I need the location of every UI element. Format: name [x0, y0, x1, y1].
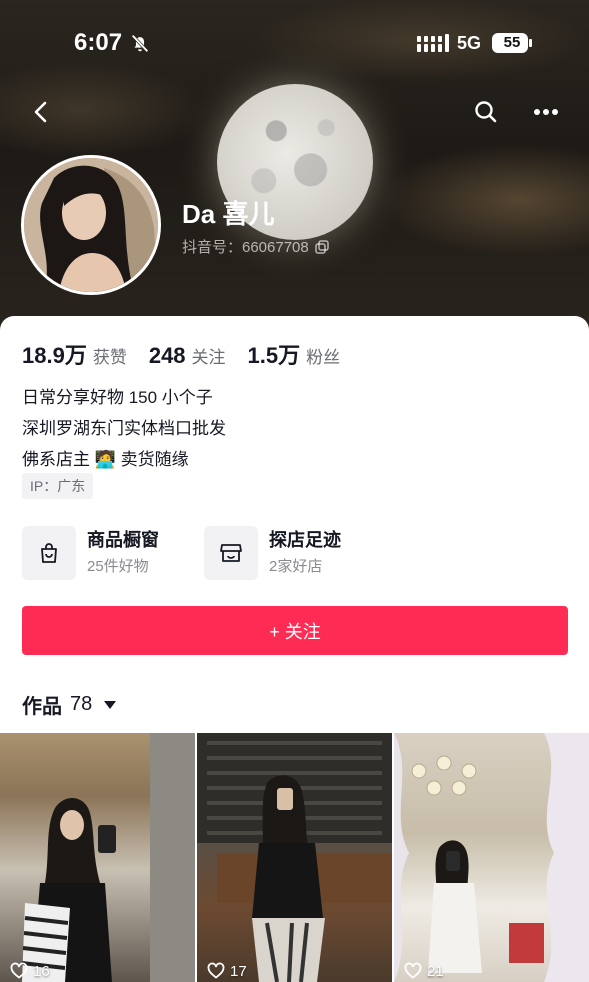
likes-counter: 17	[207, 962, 247, 980]
works-grid: 16 17 21	[0, 733, 589, 982]
more-options-button[interactable]	[526, 94, 566, 130]
thumbnail-image	[197, 733, 392, 982]
more-dots-icon	[534, 109, 558, 115]
network-type: 5G	[457, 33, 482, 53]
shop-window-entry[interactable]: 商品橱窗 25件好物	[22, 526, 159, 580]
shop-window-text: 商品橱窗 25件好物	[87, 528, 159, 578]
bio-line-3: 佛系店主 🧑‍💻 卖货随缘	[22, 444, 226, 476]
shop-window-title: 商品橱窗	[87, 530, 159, 550]
avatar-photo	[24, 158, 158, 292]
works-label: 作品	[22, 696, 62, 718]
stat-followers-value: 1.5万	[247, 343, 301, 368]
caret-down-icon	[104, 700, 117, 709]
likes-counter: 16	[10, 962, 50, 980]
bell-muted-icon	[131, 34, 149, 53]
stat-likes-label: 获赞	[92, 348, 127, 367]
status-bar: 6:07 5G 55	[0, 0, 589, 88]
shopping-bag-icon	[22, 526, 76, 580]
stat-likes[interactable]: 18.9万 获赞	[22, 338, 127, 370]
cellular-signal-icon	[417, 34, 449, 52]
stat-likes-value: 18.9万	[22, 343, 87, 368]
bio-line-3-text: 佛系店主	[22, 450, 90, 469]
back-button[interactable]	[24, 94, 60, 130]
store-visits-text: 探店足迹 2家好店	[269, 528, 341, 578]
chevron-left-icon	[34, 101, 47, 123]
avatar[interactable]	[21, 155, 161, 295]
stat-following-value: 248	[148, 343, 186, 368]
profile-info-card: 18.9万 获赞 248 关注 1.5万 粉丝 日常分享好物 150 小个子 深…	[0, 316, 589, 982]
worker-emoji-icon: 🧑‍💻	[94, 450, 116, 470]
search-icon	[475, 101, 497, 123]
bio-line-3-tail: 卖货随缘	[120, 450, 189, 469]
likes-count: 17	[230, 962, 247, 980]
likes-counter: 21	[404, 962, 444, 980]
douyin-id: 抖音号：66067708	[182, 236, 329, 257]
status-time: 6:07	[74, 29, 123, 56]
ip-location-tag: IP：广东	[22, 473, 94, 499]
video-thumbnail[interactable]: 16	[0, 733, 195, 982]
works-count: 78	[70, 693, 93, 715]
stat-following-label: 关注	[191, 348, 226, 367]
profile-nickname: Da 喜儿	[182, 199, 275, 229]
thumbnail-image	[21, 733, 195, 982]
copy-icon[interactable]	[315, 239, 329, 254]
shop-window-subtitle: 25件好物	[87, 558, 149, 575]
heart-outline-icon	[404, 962, 422, 979]
bio-line-1: 日常分享好物 150 小个子	[22, 388, 213, 407]
store-visits-title: 探店足迹	[269, 530, 341, 550]
battery-level: 55	[503, 34, 521, 51]
likes-count: 16	[33, 962, 50, 980]
works-tab[interactable]: 作品 78	[22, 690, 117, 719]
douyin-id-text: 抖音号：66067708	[182, 239, 309, 256]
likes-count: 21	[427, 962, 444, 980]
heart-outline-icon	[207, 962, 225, 979]
store-visits-subtitle: 2家好店	[269, 558, 323, 575]
video-thumbnail[interactable]: 17	[197, 733, 392, 982]
thumbnail-image	[394, 733, 589, 982]
heart-outline-icon	[10, 962, 28, 979]
storefront-icon	[204, 526, 258, 580]
search-button[interactable]	[468, 94, 504, 130]
profile-stats: 18.9万 获赞 248 关注 1.5万 粉丝	[22, 338, 362, 370]
stat-following[interactable]: 248 关注	[149, 343, 226, 369]
profile-header-background: 6:07 5G 55 Da 喜儿 抖音号：66067708	[0, 0, 589, 340]
video-thumbnail[interactable]: 21	[394, 733, 589, 982]
bio-line-2: 深圳罗湖东门实体档口批发	[22, 419, 226, 438]
stat-followers[interactable]: 1.5万 粉丝	[248, 338, 341, 370]
follow-button[interactable]: + 关注	[22, 606, 568, 655]
profile-bio: 日常分享好物 150 小个子 深圳罗湖东门实体档口批发 佛系店主 🧑‍💻 卖货随…	[22, 382, 226, 476]
stat-followers-label: 粉丝	[306, 348, 341, 367]
store-visits-entry[interactable]: 探店足迹 2家好店	[204, 526, 341, 580]
